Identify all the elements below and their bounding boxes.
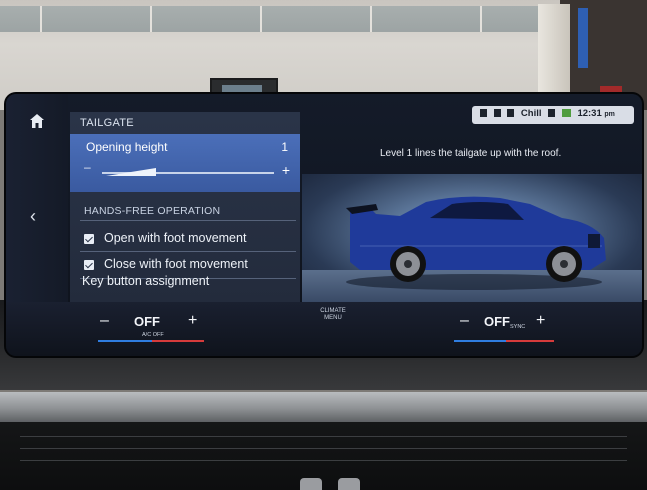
vent-slat	[20, 460, 627, 461]
height-minus-button[interactable]: –	[84, 160, 91, 174]
phone-icon	[493, 109, 501, 117]
vent-slat	[20, 436, 627, 437]
checkbox-checked-icon[interactable]	[84, 260, 94, 270]
dashboard-lower	[0, 422, 647, 490]
panel-title: TAILGATE	[80, 117, 134, 129]
wall-tile-line	[480, 6, 482, 32]
wall-stripe	[0, 6, 560, 32]
status-bar: Chill 12:31 pm	[472, 106, 634, 124]
right-warm-bar	[506, 340, 554, 342]
right-temp-plus[interactable]: +	[536, 312, 545, 330]
home-icon[interactable]	[28, 112, 46, 130]
divider	[80, 220, 296, 221]
opening-height-label: Opening height	[86, 140, 168, 154]
banner-graphic	[578, 8, 588, 68]
tailgate-panel: TAILGATE Opening height 1 – + HANDS-FREE…	[70, 112, 300, 302]
status-icons	[480, 109, 487, 117]
opening-height-control[interactable]: Opening height 1 – +	[70, 134, 300, 192]
car-render	[346, 196, 606, 290]
left-temp-plus[interactable]: +	[188, 312, 197, 330]
key-button-assignment[interactable]: Key button assignment	[82, 274, 209, 288]
drive-mode-label: Chill	[520, 108, 542, 119]
right-temp-minus[interactable]: –	[460, 312, 469, 330]
network-icon	[561, 109, 571, 117]
left-cool-bar	[98, 340, 152, 342]
checkbox-checked-icon[interactable]	[84, 234, 94, 244]
wall-tile-line	[40, 6, 42, 32]
vent-knob	[338, 478, 360, 490]
left-rail: ‹	[6, 94, 68, 302]
infotainment-display: ‹ TAILGATE Opening height 1 – + HANDS-FR…	[6, 94, 642, 356]
wall-tile-line	[370, 6, 372, 32]
right-climate-sub: SYNC	[510, 324, 526, 330]
wall-banner	[538, 4, 570, 106]
vent-slat	[20, 448, 627, 449]
height-plus-button[interactable]: +	[282, 162, 290, 178]
wall-tile-line	[150, 6, 152, 32]
right-temp-value[interactable]: OFF	[484, 314, 510, 329]
back-chevron-icon[interactable]: ‹	[30, 206, 44, 226]
wall-tile-line	[260, 6, 262, 32]
volume-icon	[548, 109, 556, 117]
left-temp-value[interactable]: OFF	[134, 314, 160, 329]
climate-bar: – OFF A/C OFF + CLIMATE MENU – OFF SYNC …	[6, 302, 642, 356]
clock-time: 12:31	[577, 108, 602, 119]
left-climate-sub: A/C OFF	[142, 332, 164, 338]
section-title: HANDS-FREE OPERATION	[84, 205, 221, 217]
info-text: Level 1 lines the tailgate up with the r…	[380, 148, 562, 159]
open-foot-option[interactable]: Open with foot movement	[82, 228, 292, 252]
right-cool-bar	[454, 340, 506, 342]
dashboard-trim	[0, 392, 647, 422]
left-warm-bar	[152, 340, 204, 342]
divider	[80, 251, 296, 252]
option-label: Open with foot movement	[104, 231, 247, 245]
clock-ampm: pm	[604, 111, 615, 118]
signal-icon	[507, 109, 515, 117]
option-label: Close with foot movement	[104, 257, 248, 271]
opening-height-value: 1	[281, 140, 288, 154]
status-content: Chill 12:31 pm	[480, 108, 615, 119]
left-temp-minus[interactable]: –	[100, 312, 109, 330]
vent-knob	[300, 478, 322, 490]
climate-menu-button[interactable]: CLIMATE MENU	[318, 308, 348, 322]
